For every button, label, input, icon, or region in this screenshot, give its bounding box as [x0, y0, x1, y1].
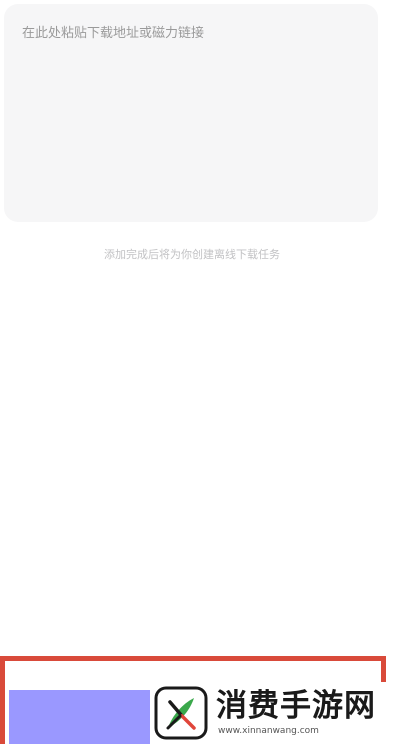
watermark-url: www.xinnanwang.com [218, 725, 319, 736]
watermark-title: 消费手游网 [216, 687, 376, 724]
leaf-logo-icon [154, 686, 208, 740]
watermark: 消费手游网 www.xinnanwang.com [150, 682, 400, 744]
download-url-input[interactable] [22, 22, 360, 204]
hint-text: 添加完成后将为你创建离线下载任务 [104, 248, 280, 261]
url-input-box[interactable] [4, 4, 378, 222]
